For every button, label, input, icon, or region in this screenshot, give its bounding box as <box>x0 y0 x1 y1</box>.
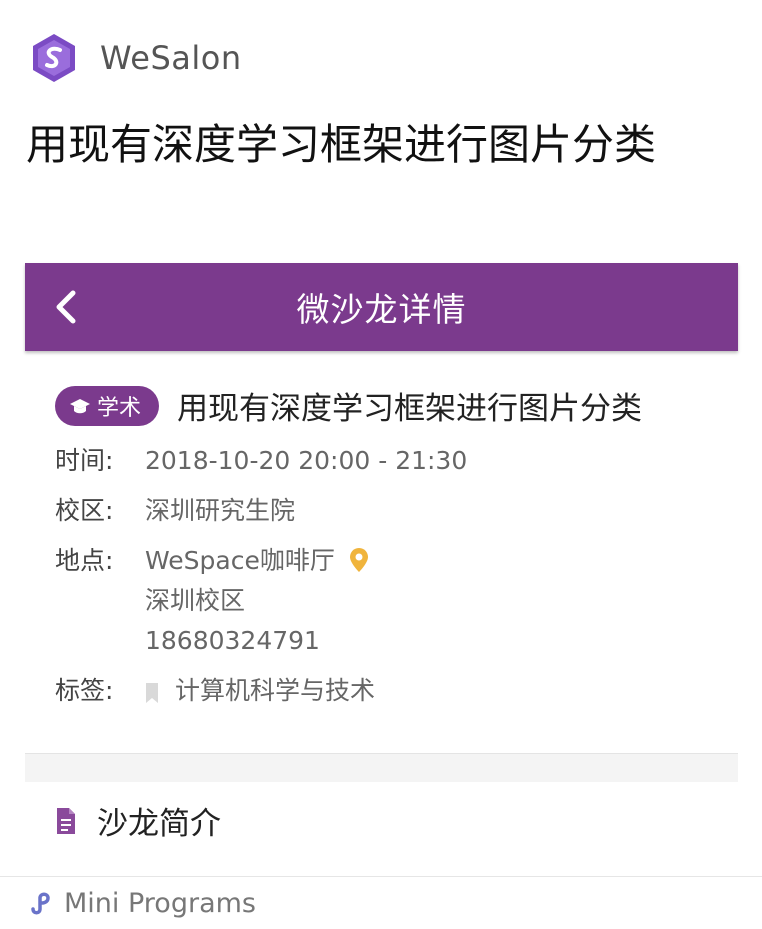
mini-programs-icon <box>31 892 50 915</box>
bookmark-icon <box>146 683 158 703</box>
graduation-cap-icon <box>70 398 90 413</box>
tag-label: 标签: <box>55 676 114 705</box>
location-campus: 深圳校区 <box>145 586 246 615</box>
salon-title: 用现有深度学习框架进行图片分类 <box>177 391 643 427</box>
campus-value: 深圳研究生院 <box>145 496 296 525</box>
mini-programs-label: Mini Programs <box>64 887 256 919</box>
mini-programs-footer[interactable]: Mini Programs <box>0 876 762 929</box>
tag-value: 计算机科学与技术 <box>174 676 375 705</box>
category-badge: 学术 <box>55 385 160 426</box>
detail-row-tags: 标签: 计算机科学与技术 <box>55 671 467 711</box>
location-label: 地点: <box>55 546 114 575</box>
document-icon <box>57 807 75 834</box>
article-title: 用现有深度学习框架进行图片分类 <box>26 120 657 169</box>
salon-header: 学术 用现有深度学习框架进行图片分类 <box>55 383 642 428</box>
detail-row-location: 地点: WeSpace咖啡厅 深圳校区 18680324791 <box>55 541 467 671</box>
navbar-title: 微沙龙详情 <box>296 290 467 329</box>
brand-header: WeSalon <box>28 30 242 86</box>
time-label: 时间: <box>55 446 114 475</box>
location-line[interactable]: WeSpace咖啡厅 <box>145 541 369 581</box>
time-value: 2018-10-20 20:00 - 21:30 <box>145 446 468 475</box>
wesalon-logo-icon <box>33 34 75 82</box>
location-values: WeSpace咖啡厅 深圳校区 18680324791 <box>145 541 369 671</box>
article-image-card: 微沙龙详情 学术 用现有深度学习框架进行图片分类 时间: 2018-10-20 … <box>25 263 738 853</box>
location-phone: 18680324791 <box>145 626 320 655</box>
section-divider <box>25 753 738 782</box>
salon-details: 时间: 2018-10-20 20:00 - 21:30 校区: 深圳研究生院 … <box>55 441 467 711</box>
location-venue: WeSpace咖啡厅 <box>145 546 335 575</box>
navbar: 微沙龙详情 <box>25 263 738 351</box>
detail-row-campus: 校区: 深圳研究生院 <box>55 491 467 541</box>
category-badge-label: 学术 <box>97 395 142 421</box>
intro-label: 沙龙简介 <box>97 806 221 842</box>
map-pin-icon[interactable] <box>349 547 369 573</box>
tag-value-wrap: 计算机科学与技术 <box>145 671 375 711</box>
campus-label: 校区: <box>55 496 114 525</box>
chevron-left-icon[interactable] <box>47 287 87 327</box>
intro-section-header: 沙龙简介 <box>55 798 221 843</box>
brand-name: WeSalon <box>100 39 242 77</box>
detail-row-time: 时间: 2018-10-20 20:00 - 21:30 <box>55 441 467 491</box>
